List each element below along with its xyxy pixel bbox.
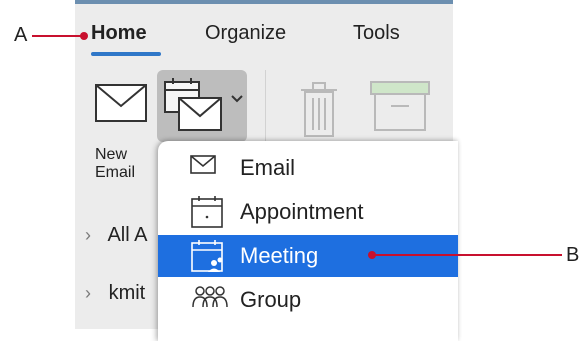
callout-label-a: A	[14, 24, 28, 46]
tab-home-underline	[91, 52, 161, 56]
callout-label-b: B	[566, 244, 580, 266]
menu-item-label: Email	[240, 155, 296, 180]
menu-item-label: Meeting	[240, 243, 319, 268]
folder-label: All A	[107, 224, 148, 246]
envelope-icon	[95, 84, 147, 122]
window-top-edge	[75, 0, 453, 4]
callout-line-b	[372, 254, 562, 256]
new-email-label-line1: New	[95, 146, 128, 163]
tab-home[interactable]: Home	[91, 22, 147, 45]
archive-icon[interactable]	[369, 80, 431, 132]
menu-item-group[interactable]: Group	[158, 279, 458, 321]
tab-organize[interactable]: Organize	[205, 22, 286, 45]
new-email-label: New Email	[95, 146, 151, 182]
new-items-dropdown-button[interactable]	[157, 70, 247, 142]
calendar-icon	[191, 196, 223, 228]
callout-dot-a	[80, 32, 88, 40]
tab-tools[interactable]: Tools	[353, 22, 400, 45]
menu-item-email[interactable]: Email	[158, 147, 458, 189]
new-items-calendar-mail-icon	[164, 78, 222, 131]
menu-item-label: Group	[240, 287, 302, 312]
menu-item-label: Appointment	[240, 199, 364, 224]
menu-item-appointment[interactable]: Appointment	[158, 191, 458, 233]
ribbon-separator	[265, 70, 266, 150]
folder-label: kmit	[108, 282, 146, 304]
meeting-icon	[191, 240, 223, 272]
trash-icon[interactable]	[299, 80, 339, 138]
new-email-label-line2: Email	[95, 164, 136, 181]
group-icon	[192, 286, 228, 308]
chevron-down-icon	[231, 95, 243, 103]
new-items-menu: Email Appointment Meeting Group	[158, 141, 458, 341]
folder-row-all-accounts[interactable]: › All A	[85, 224, 147, 247]
envelope-icon	[190, 155, 216, 174]
menu-item-meeting[interactable]: Meeting	[158, 235, 458, 277]
chevron-right-icon: ›	[85, 225, 91, 245]
folder-row-account[interactable]: › kmit	[85, 282, 145, 305]
chevron-right-icon: ›	[85, 283, 91, 303]
new-email-button[interactable]: New Email	[91, 80, 147, 190]
callout-line-a	[32, 35, 84, 37]
